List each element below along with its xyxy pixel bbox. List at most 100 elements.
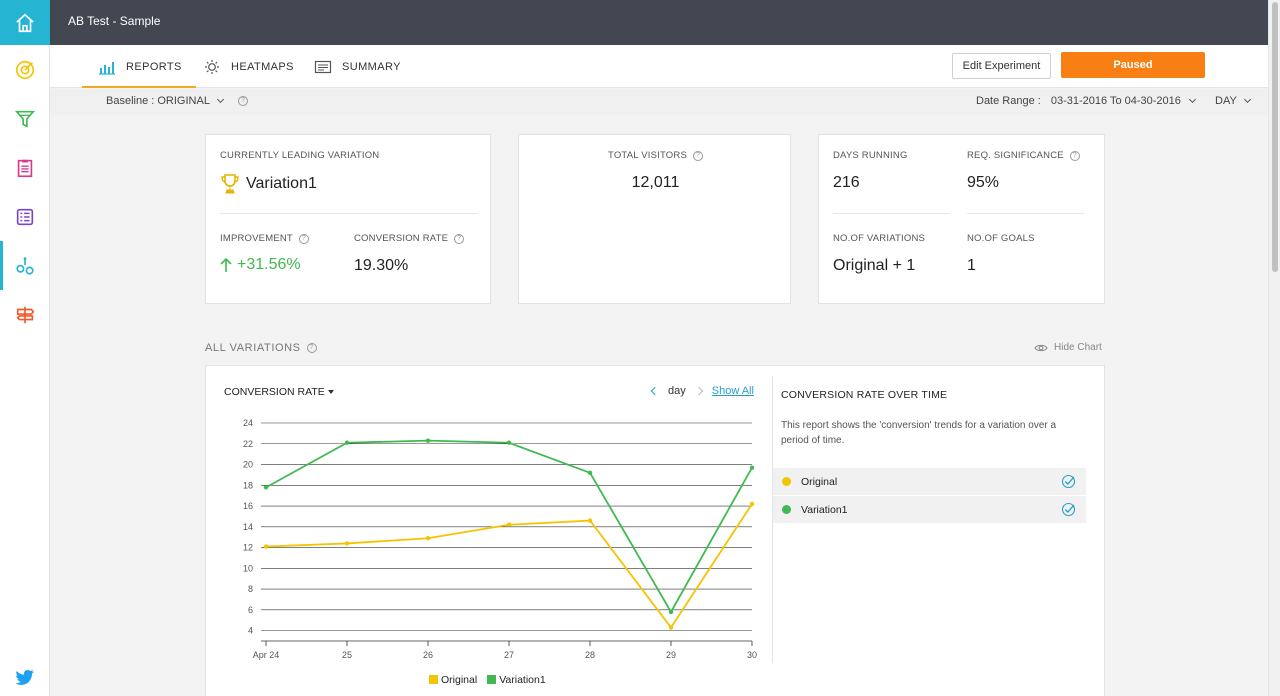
document-icon <box>314 60 332 73</box>
x-tick-label: Apr 24 <box>253 650 280 660</box>
metric-dropdown[interactable]: CONVERSION RATE <box>224 386 334 398</box>
data-point <box>344 541 350 546</box>
x-tick-label: 28 <box>585 650 595 660</box>
hide-chart-button[interactable]: Hide Chart <box>1034 342 1102 353</box>
sidebar-item-funnel[interactable] <box>0 94 50 143</box>
help-icon[interactable]: ? <box>693 150 703 161</box>
panel-description: This report shows the 'conversion' trend… <box>781 420 1057 446</box>
edit-experiment-button[interactable]: Edit Experiment <box>952 53 1051 79</box>
divider <box>220 213 478 214</box>
y-tick-label: 20 <box>243 460 253 470</box>
tab-summary[interactable]: SUMMARY <box>314 45 401 88</box>
metric-label: CONVERSION RATE <box>224 386 325 398</box>
legend-label: Variation1 <box>499 674 546 686</box>
chevron-right-icon[interactable] <box>694 386 703 396</box>
leading-variation-label: CURRENTLY LEADING VARIATION <box>220 150 380 161</box>
help-icon[interactable]: ? <box>306 343 317 353</box>
sidebar-item-list[interactable] <box>0 192 50 241</box>
arrow-up-icon <box>220 257 232 272</box>
days-running-label: DAYS RUNNING <box>833 150 908 161</box>
filter-bar: Baseline : ORIGINAL ? Date Range : 03-31… <box>50 89 1268 115</box>
help-icon[interactable]: ? <box>298 233 309 244</box>
sidebar-item-signpost[interactable] <box>0 290 50 339</box>
ab-test-icon <box>16 256 34 275</box>
variations-count-label: NO.OF VARIATIONS <box>833 233 926 244</box>
tab-heatmaps[interactable]: HEATMAPS <box>203 45 294 88</box>
goals-count-value: 1 <box>967 257 976 274</box>
panel-row-label: Variation1 <box>801 503 848 516</box>
sidebar-item-target[interactable] <box>0 45 50 94</box>
twitter-icon <box>15 669 35 685</box>
baseline-dropdown[interactable]: Baseline : ORIGINAL ? <box>106 95 248 107</box>
date-range-dropdown[interactable]: Date Range : 03-31-2016 To 04-30-2016 <box>976 95 1196 107</box>
legend-swatch <box>487 675 497 684</box>
chevron-left-icon[interactable] <box>650 386 660 396</box>
data-point <box>749 501 755 507</box>
eye-icon <box>1034 344 1048 351</box>
total-visitors-value: 12,011 <box>631 174 680 191</box>
req-significance-label: REQ. SIGNIFICANCE <box>967 150 1064 161</box>
experiment-meta-card: DAYS RUNNING 216 REQ. SIGNIFICANCE ? 95%… <box>818 134 1105 304</box>
variations-count-value: Original + 1 <box>833 257 916 274</box>
legend-label: Original <box>441 674 478 686</box>
period-navigator: day Show All <box>650 385 754 397</box>
panel-row-label: Original <box>801 475 838 488</box>
divider <box>967 213 1084 214</box>
granularity-value: DAY <box>1215 95 1237 107</box>
leading-variation-value: Variation1 <box>246 175 317 192</box>
divider <box>833 213 949 214</box>
check-circle-icon[interactable] <box>1061 502 1076 517</box>
help-icon[interactable]: ? <box>1069 150 1080 161</box>
baseline-label: Baseline : ORIGINAL <box>106 95 210 107</box>
hide-chart-label: Hide Chart <box>1054 342 1102 353</box>
y-tick-label: 8 <box>248 584 253 594</box>
x-tick-label: 30 <box>747 650 757 660</box>
granularity-dropdown[interactable]: DAY <box>1215 95 1251 107</box>
panel-row-variation1[interactable]: Variation1 <box>773 496 1086 523</box>
scrollbar[interactable] <box>1268 0 1280 696</box>
tab-reports[interactable]: REPORTS <box>82 45 196 88</box>
series-dot <box>782 505 791 514</box>
x-tick-label: 27 <box>504 650 514 660</box>
data-point <box>668 625 674 630</box>
scrollbar-thumb[interactable] <box>1272 2 1278 272</box>
trophy-icon <box>221 174 239 194</box>
data-point <box>263 544 269 549</box>
panel-row-original[interactable]: Original <box>773 468 1086 495</box>
app-title: AB Test - Sample <box>68 14 161 28</box>
y-tick-label: 12 <box>243 543 253 553</box>
sidebar-item-clipboard[interactable] <box>0 143 50 192</box>
sidebar-item-home[interactable] <box>0 0 50 45</box>
chevron-down-icon <box>1188 95 1196 104</box>
total-visitors-label-group: TOTAL VISITORS ? <box>519 150 792 161</box>
legend-item-original[interactable]: Original <box>429 674 477 686</box>
data-point <box>506 440 512 445</box>
y-tick-label: 4 <box>248 626 253 636</box>
help-icon[interactable]: ? <box>454 233 465 244</box>
data-point <box>749 465 755 470</box>
sun-icon <box>205 59 219 74</box>
legend-item-variation1[interactable]: Variation1 <box>487 674 546 686</box>
paused-status-button[interactable]: Paused <box>1061 52 1205 78</box>
improvement-label-group: IMPROVEMENT ? <box>220 233 309 244</box>
y-tick-label: 24 <box>243 418 253 428</box>
y-tick-label: 16 <box>243 501 253 511</box>
check-circle-icon[interactable] <box>1061 474 1076 489</box>
y-tick-label: 6 <box>248 605 253 615</box>
home-icon <box>16 13 34 32</box>
conversion-rate-chart: 4 6 8 10 12 14 16 18 20 22 24 Apr 24 25 26 27 28 29 30 <box>243 418 757 660</box>
help-icon[interactable]: ? <box>237 96 248 106</box>
y-tick-label: 14 <box>243 522 253 532</box>
data-point <box>668 609 674 615</box>
improvement-group: +31.56% <box>220 256 301 274</box>
sidebar-item-ab-test[interactable] <box>0 241 50 290</box>
chevron-down-icon <box>1243 95 1251 104</box>
leading-variation-card: CURRENTLY LEADING VARIATION Variation1 I… <box>205 134 491 304</box>
tab-reports-label: REPORTS <box>126 60 182 73</box>
data-point <box>263 485 269 490</box>
show-all-link[interactable]: Show All <box>712 385 754 397</box>
sidebar-item-twitter[interactable] <box>0 652 50 696</box>
total-visitors-card: TOTAL VISITORS ? 12,011 <box>518 134 791 304</box>
clipboard-icon <box>17 159 33 177</box>
data-point <box>425 438 431 443</box>
